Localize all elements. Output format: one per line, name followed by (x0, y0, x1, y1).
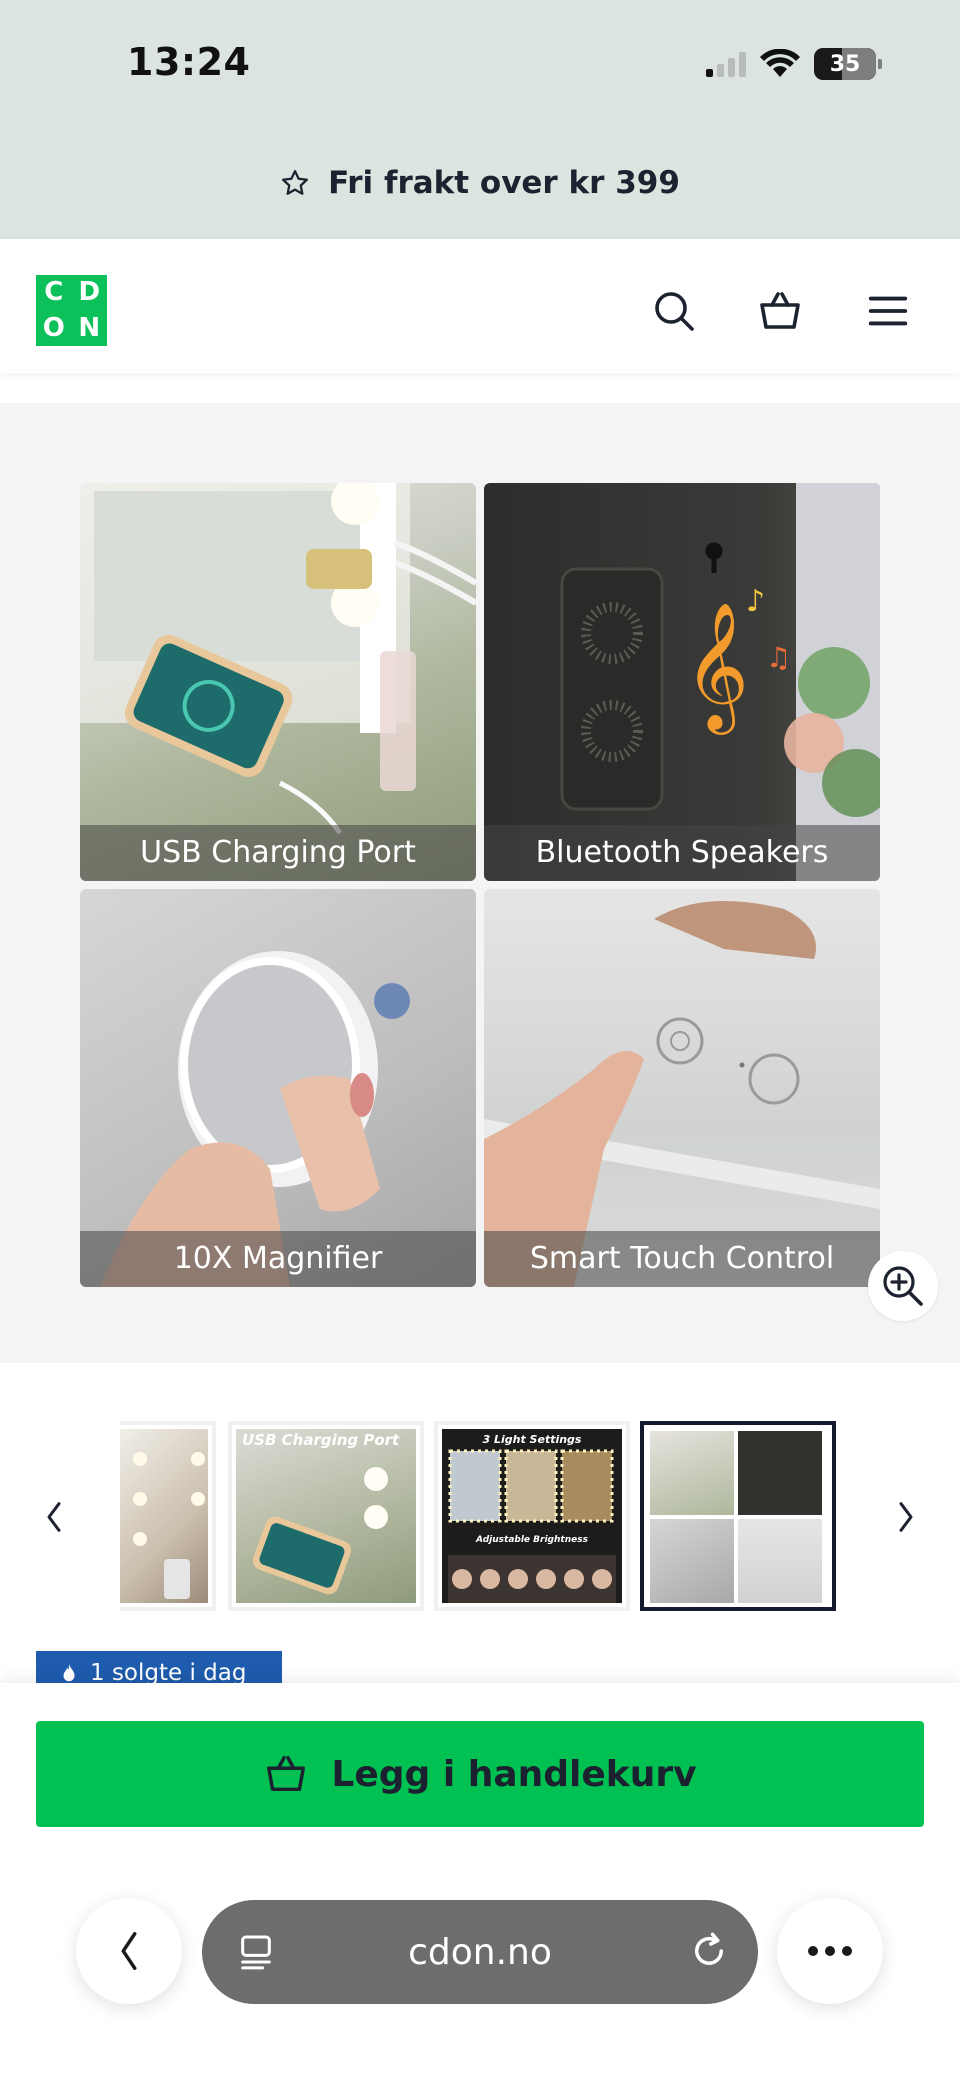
logo-letter: D (78, 277, 101, 307)
flame-icon (63, 1663, 75, 1682)
menu-icon (868, 296, 908, 326)
add-to-cart-button[interactable]: Legg i handlekurv (36, 1721, 924, 1827)
zoom-button[interactable] (868, 1251, 938, 1321)
battery-level: 35 (829, 51, 861, 77)
star-icon (282, 170, 309, 195)
tile-caption: Smart Touch Control (484, 1231, 880, 1287)
thumbnail-strip: USB Charging Port 3 Light Settings Adjus… (0, 1417, 960, 1617)
svg-text:𝄞: 𝄞 (684, 601, 749, 735)
logo-letter: N (78, 312, 101, 343)
basket-icon (760, 292, 800, 329)
wifi-icon (760, 49, 800, 77)
status-time: 13:24 (127, 40, 251, 84)
gallery-tile: USB Charging Port (80, 483, 476, 881)
usb-charging-illustration (80, 483, 476, 835)
gallery-tile: Smart Touch Control (484, 889, 880, 1287)
thumbnail-prev-button[interactable] (24, 1477, 84, 1557)
thumbnail[interactable]: USB Charging Port (228, 1421, 424, 1611)
product-image[interactable]: USB Charging Port 𝄞 ♪ ♫ Bluetooth Speake… (80, 483, 880, 1289)
more-icon (808, 1946, 852, 1956)
browser-toolbar: cdon.no (0, 1860, 960, 2081)
site-header: C D O N (0, 239, 960, 373)
bluetooth-speaker-illustration: 𝄞 ♪ ♫ (560, 483, 880, 881)
thumbnail-next-button[interactable] (876, 1477, 936, 1557)
thumbnail-sublabel: Adjustable Brightness (476, 1535, 588, 1545)
address-bar[interactable]: cdon.no (202, 1900, 758, 2004)
reload-icon[interactable] (688, 1930, 730, 1972)
touch-control-illustration (484, 901, 880, 1287)
search-button[interactable] (646, 283, 702, 339)
promo-text: Fri frakt over kr 399 (328, 165, 680, 201)
browser-back-button[interactable] (76, 1898, 182, 2004)
basket-icon (267, 1755, 306, 1792)
cdon-logo[interactable]: C D O N (36, 275, 107, 346)
browser-more-button[interactable] (777, 1898, 883, 2004)
chevron-left-icon (47, 1502, 61, 1532)
logo-letter: O (42, 312, 65, 343)
gallery-tile: 𝄞 ♪ ♫ Bluetooth Speakers (484, 483, 880, 881)
tabs-icon (241, 1935, 271, 1970)
battery-icon: 35 (814, 48, 882, 80)
thumbnail[interactable] (120, 1421, 216, 1611)
url-text: cdon.no (408, 1931, 552, 1973)
basket-button[interactable] (752, 283, 808, 339)
menu-button[interactable] (860, 283, 916, 339)
tile-caption: USB Charging Port (80, 825, 476, 881)
svg-text:♫: ♫ (766, 641, 791, 674)
back-icon (121, 1932, 137, 1970)
top-band: 13:24 35 Fri frakt over kr 399 (0, 0, 960, 239)
tile-caption: 10X Magnifier (80, 1231, 476, 1287)
magnifier-illustration (100, 951, 410, 1287)
search-icon (655, 292, 694, 331)
logo-letter: C (44, 277, 64, 307)
promo-banner: Fri frakt over kr 399 (0, 165, 960, 201)
product-gallery[interactable]: USB Charging Port 𝄞 ♪ ♫ Bluetooth Speake… (0, 403, 960, 1363)
status-icons: 35 (706, 44, 882, 84)
thumbnail-active[interactable] (640, 1421, 836, 1611)
tile-caption: Bluetooth Speakers (484, 825, 880, 881)
chevron-right-icon (899, 1502, 913, 1532)
gallery-tile: 10X Magnifier (80, 889, 476, 1287)
signal-icon (706, 51, 746, 77)
add-to-cart-label: Legg i handlekurv (331, 1753, 697, 1795)
thumbnail[interactable]: 3 Light Settings Adjustable Brightness (434, 1421, 630, 1611)
zoom-in-icon (883, 1266, 923, 1306)
svg-text:♪: ♪ (746, 584, 765, 619)
